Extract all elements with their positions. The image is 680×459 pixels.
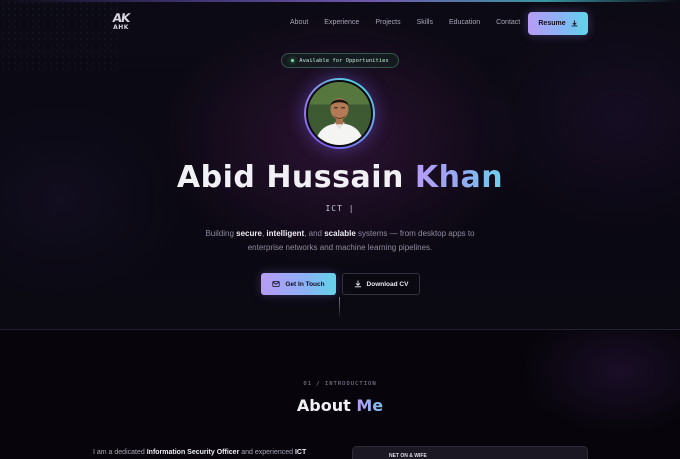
- profile-photo: [308, 82, 371, 145]
- hero-name-last: Khan: [414, 160, 504, 195]
- resume-button-label: Resume: [538, 20, 566, 27]
- download-cv-button[interactable]: Download CV: [342, 273, 420, 295]
- logo-text: AHK: [113, 24, 129, 31]
- nav-link-projects[interactable]: Projects: [375, 19, 400, 26]
- hero-name: Abid Hussain Khan: [0, 160, 680, 195]
- hero-tagline: Building secure, intelligent, and scalab…: [205, 229, 475, 252]
- status-dot-icon: [291, 59, 295, 62]
- section-title-accent: Me: [356, 396, 384, 415]
- section-kicker: 01 / INTRODUCTION: [303, 381, 377, 387]
- section-title: About Me: [0, 396, 680, 415]
- nav-link-education[interactable]: Education: [449, 19, 480, 26]
- nav-link-contact[interactable]: Contact: [496, 19, 520, 26]
- about-card-text: NET ON & WIFE: [389, 453, 427, 459]
- download-cv-label: Download CV: [366, 280, 409, 288]
- site-logo[interactable]: AK AHK: [108, 11, 134, 34]
- avatar: [306, 80, 373, 147]
- nav-link-experience[interactable]: Experience: [324, 19, 359, 26]
- nav-link-skills[interactable]: Skills: [417, 19, 433, 26]
- about-section: 01 / INTRODUCTION About Me I am a dedica…: [0, 331, 680, 459]
- mail-icon: [272, 281, 280, 287]
- about-info-card: NET ON & WIFE: [352, 446, 588, 459]
- resume-button[interactable]: Resume: [528, 12, 588, 35]
- get-in-touch-label: Get In Touch: [285, 280, 325, 288]
- get-in-touch-button[interactable]: Get In Touch: [261, 273, 336, 295]
- download-icon: [571, 20, 577, 27]
- decorative-dot-grid: [0, 0, 120, 70]
- download-icon: [354, 280, 361, 288]
- availability-badge-text: Available for Opportunities: [299, 57, 389, 64]
- section-title-main: About: [296, 396, 351, 415]
- availability-badge: Available for Opportunities: [281, 53, 399, 68]
- about-intro-text: I am a dedicated Information Security Of…: [93, 449, 307, 456]
- avatar-ring: [304, 78, 375, 149]
- nav-link-about[interactable]: About: [290, 19, 308, 26]
- hero-role-typewriter: ICT |: [325, 204, 355, 213]
- hero-name-first: Abid Hussain: [176, 160, 404, 195]
- main-nav: About Experience Projects Skills Educati…: [290, 19, 536, 26]
- hero-section: AK AHK About Experience Projects Skills …: [0, 0, 680, 330]
- logo-mark: AK: [111, 11, 131, 25]
- scroll-indicator: [339, 297, 340, 319]
